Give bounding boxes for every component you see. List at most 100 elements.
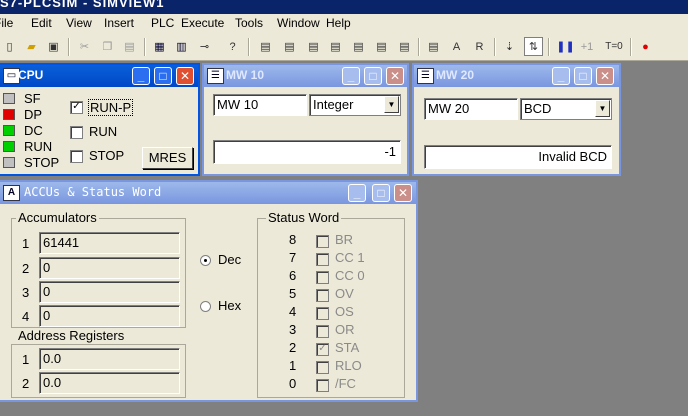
- single-scan-icon[interactable]: ⇣: [500, 37, 519, 56]
- save-icon[interactable]: ▣: [44, 37, 63, 56]
- status-bit-checkbox[interactable]: [316, 235, 329, 248]
- toolbar-separator: [494, 38, 496, 56]
- chevron-down-icon[interactable]: ▼: [595, 100, 610, 117]
- minimize-button[interactable]: _: [342, 67, 360, 85]
- mw10-value-field[interactable]: -1: [213, 140, 401, 164]
- run-checkbox[interactable]: [70, 126, 83, 139]
- status-bit-checkbox[interactable]: ✓: [316, 343, 329, 356]
- maximize-button[interactable]: □: [154, 67, 172, 85]
- breakpoint-icon[interactable]: ●: [636, 37, 655, 56]
- status-bit-checkbox[interactable]: [316, 289, 329, 302]
- maximize-button[interactable]: □: [574, 67, 592, 85]
- open-icon[interactable]: ▰: [22, 37, 41, 56]
- accu-4-value[interactable]: 0: [39, 305, 180, 327]
- close-button[interactable]: ✕: [386, 67, 404, 85]
- insert-register-icon[interactable]: R: [470, 37, 489, 56]
- run-label: RUN: [89, 124, 118, 139]
- status-bit-number: 4: [289, 304, 297, 319]
- t0-icon[interactable]: T=0: [602, 37, 626, 56]
- hex-radio[interactable]: [200, 301, 211, 312]
- menu-tools[interactable]: Tools: [235, 16, 263, 30]
- insert-accu-icon[interactable]: ▤: [424, 37, 443, 56]
- chevron-down-icon[interactable]: ▼: [384, 96, 399, 113]
- mw20-title-bar[interactable]: ☰ MW 20 _ □ ✕: [414, 65, 619, 87]
- copy-icon[interactable]: ❐: [98, 37, 117, 56]
- minimize-button[interactable]: _: [132, 67, 150, 85]
- mw20-format-select[interactable]: BCD ▼: [520, 98, 612, 120]
- insert-marker-icon[interactable]: ▤: [304, 37, 323, 56]
- run-p-checkbox[interactable]: ✓: [70, 101, 83, 114]
- status-bit-checkbox[interactable]: [316, 253, 329, 266]
- mw10-format-select[interactable]: Integer ▼: [309, 94, 401, 116]
- mw10-title-bar[interactable]: ☰ MW 10 _ □ ✕: [204, 65, 407, 87]
- maximize-button[interactable]: □: [364, 67, 382, 85]
- status-bit-name: STA: [335, 340, 360, 355]
- accu-3-label: 3: [22, 285, 30, 300]
- status-bit-checkbox[interactable]: [316, 325, 329, 338]
- insert-vertical-bits-icon[interactable]: ▤: [395, 37, 414, 56]
- mres-button[interactable]: MRES: [142, 147, 193, 169]
- minimize-button[interactable]: _: [552, 67, 570, 85]
- insert-output-icon[interactable]: ▤: [280, 37, 299, 56]
- ar-1-value[interactable]: 0.0: [39, 348, 180, 370]
- status-bit-checkbox[interactable]: [316, 379, 329, 392]
- led-run: [3, 141, 15, 152]
- menu-view[interactable]: View: [66, 16, 92, 30]
- menu-edit[interactable]: Edit: [31, 16, 52, 30]
- menu-window[interactable]: Window: [277, 16, 320, 30]
- status-bit-checkbox[interactable]: [316, 361, 329, 374]
- tile-icon[interactable]: ▥: [172, 37, 191, 56]
- accumulators-label: Accumulators: [16, 210, 99, 225]
- status-bit-name: RLO: [335, 358, 362, 373]
- accu-1-value[interactable]: 61441: [39, 232, 180, 254]
- accu-3-value[interactable]: 0: [39, 281, 180, 303]
- stop-label: STOP: [89, 148, 125, 163]
- cut-icon[interactable]: ✂: [75, 37, 94, 56]
- accu-title-bar[interactable]: A ACCUs & Status Word _ □ ✕: [0, 182, 416, 204]
- dec-radio[interactable]: [200, 255, 211, 266]
- dec-label: Dec: [218, 252, 242, 267]
- mw10-address-field[interactable]: MW 10: [213, 94, 307, 116]
- close-button[interactable]: ✕: [176, 67, 194, 85]
- cpu-title-bar[interactable]: ▭ CPU _ □ ✕: [0, 65, 198, 87]
- help-icon[interactable]: ?: [223, 37, 242, 56]
- toolbar-separator: [548, 38, 550, 56]
- mw20-value-field[interactable]: Invalid BCD: [424, 145, 612, 169]
- menu-help[interactable]: Help: [326, 16, 351, 30]
- status-bit-name: CC 0: [335, 268, 365, 283]
- menu-insert[interactable]: Insert: [104, 16, 134, 30]
- cascade-icon[interactable]: ▦: [150, 37, 169, 56]
- menu-execute[interactable]: Execute: [181, 16, 224, 30]
- close-button[interactable]: ✕: [596, 67, 614, 85]
- insert-counter-icon[interactable]: ▤: [349, 37, 368, 56]
- plus-one-icon[interactable]: +1: [576, 37, 598, 56]
- mw20-address-field[interactable]: MW 20: [424, 98, 518, 120]
- status-bit-name: BR: [335, 232, 354, 247]
- status-bit-checkbox[interactable]: [316, 307, 329, 320]
- status-bit-name: OV: [335, 286, 354, 301]
- pin-icon[interactable]: ⊸: [195, 37, 214, 56]
- insert-register-icon[interactable]: A: [447, 37, 466, 56]
- cpu-window: ▭ CPU _ □ ✕ SF DP DC RUN STOP ✓ RUN-P RU…: [0, 63, 200, 176]
- menu-file[interactable]: File: [0, 16, 13, 30]
- stop-checkbox[interactable]: [70, 150, 83, 163]
- status-bit-number: 2: [289, 340, 297, 355]
- status-bit-checkbox[interactable]: [316, 271, 329, 284]
- minimize-button[interactable]: _: [348, 184, 366, 202]
- toolbar-separator: [630, 38, 632, 56]
- menu-plc[interactable]: PLC: [151, 16, 174, 30]
- insert-input-icon[interactable]: ▤: [256, 37, 275, 56]
- led-sf: [3, 93, 15, 104]
- pause-icon[interactable]: ❚❚: [556, 37, 575, 56]
- accu-title: ACCUs & Status Word: [24, 185, 162, 199]
- ar-2-value[interactable]: 0.0: [39, 372, 180, 394]
- led-run-label: RUN: [24, 139, 53, 154]
- close-button[interactable]: ✕: [394, 184, 412, 202]
- paste-icon[interactable]: ▤: [120, 37, 139, 56]
- maximize-button[interactable]: □: [372, 184, 390, 202]
- insert-timer-icon[interactable]: ▤: [326, 37, 345, 56]
- new-icon[interactable]: ▯: [0, 37, 19, 56]
- insert-generic-icon[interactable]: ▤: [372, 37, 391, 56]
- continuous-scan-icon[interactable]: ⇅: [524, 37, 543, 56]
- accu-2-value[interactable]: 0: [39, 257, 180, 279]
